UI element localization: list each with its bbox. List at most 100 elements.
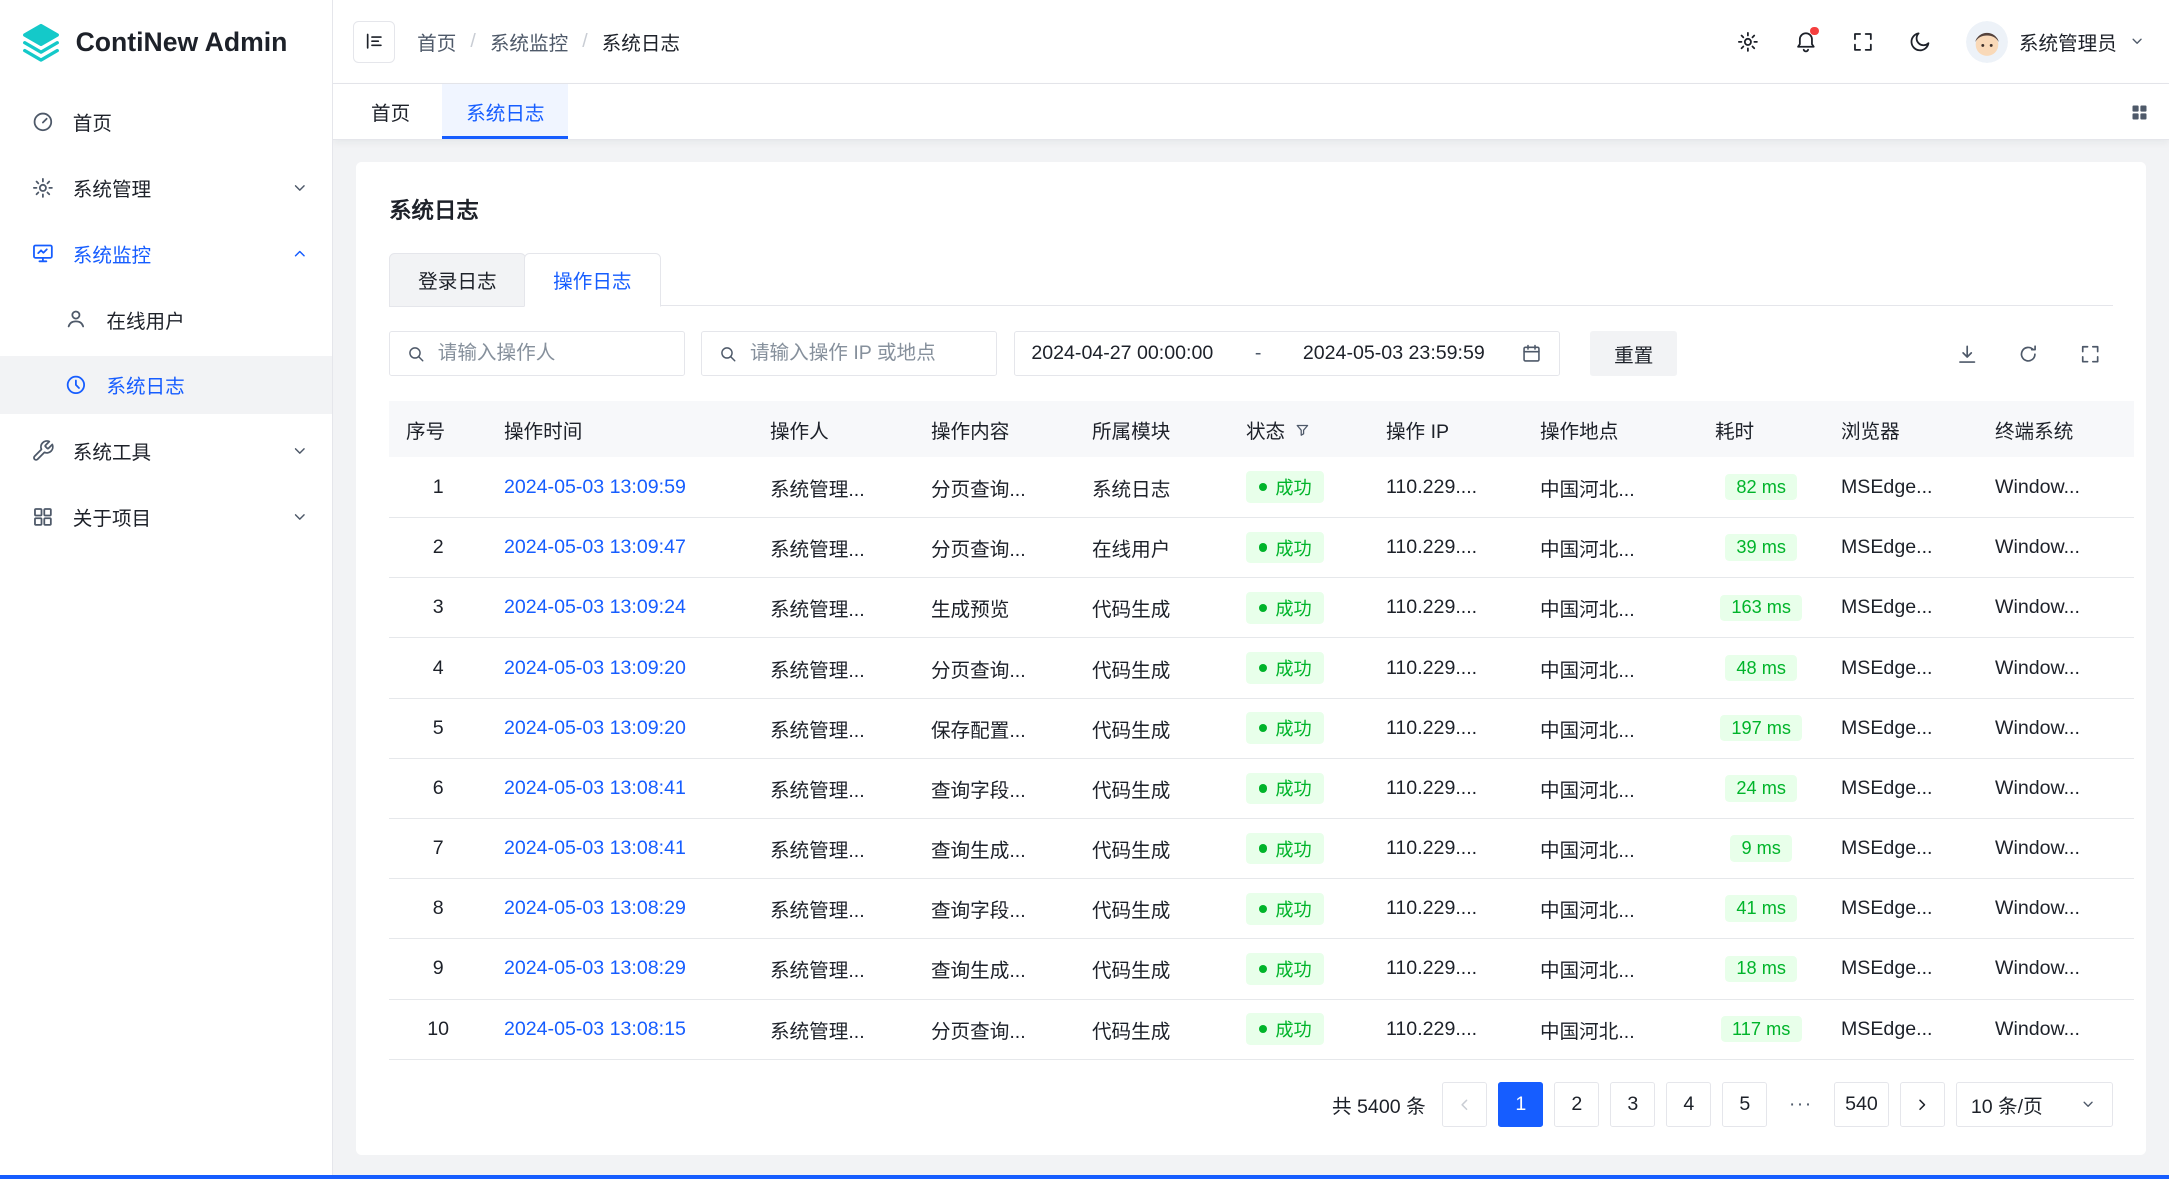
cell-time: 2024-05-03 13:08:29: [487, 879, 753, 939]
download-icon[interactable]: [1945, 331, 1990, 376]
fullscreen-icon[interactable]: [1840, 18, 1886, 64]
header-right: 系统管理员: [1725, 18, 2146, 64]
table-row: 22024-05-03 13:09:47系统管理...分页查询...在线用户成功…: [389, 518, 2133, 578]
sidebar-item-4[interactable]: 关于项目: [0, 487, 332, 546]
header: 首页/系统监控/系统日志: [333, 0, 2168, 84]
breadcrumb-item[interactable]: 系统监控: [490, 27, 568, 56]
time-link[interactable]: 2024-05-03 13:08:41: [504, 837, 686, 859]
tab-actions-icon[interactable]: [2129, 84, 2150, 140]
time-link[interactable]: 2024-05-03 13:09:59: [504, 476, 686, 498]
cell-duration: 18 ms: [1698, 939, 1824, 999]
pagination-next-button[interactable]: [1900, 1082, 1945, 1127]
pagination-page-4[interactable]: 4: [1666, 1082, 1711, 1127]
sidebar-collapse-button[interactable]: [353, 21, 395, 63]
cell-os: Window...: [1978, 698, 2133, 758]
time-link[interactable]: 2024-05-03 13:09:20: [504, 717, 686, 739]
sidebar-item-0[interactable]: 首页: [0, 92, 332, 151]
settings-icon[interactable]: [1725, 18, 1771, 64]
notification-button[interactable]: [1782, 18, 1828, 64]
pagination-page-2[interactable]: 2: [1554, 1082, 1599, 1127]
cell-ip: 110.229....: [1369, 999, 1523, 1059]
sidebar-item-3[interactable]: 系统工具: [0, 421, 332, 480]
app-logo[interactable]: ContiNew Admin: [0, 0, 332, 84]
cell-content: 保存配置...: [914, 698, 1075, 758]
refresh-icon[interactable]: [2006, 331, 2051, 376]
cell-content: 分页查询...: [914, 518, 1075, 578]
breadcrumb: 首页/系统监控/系统日志: [417, 27, 680, 56]
date-range-picker[interactable]: 2024-04-27 00:00:00 - 2024-05-03 23:59:5…: [1014, 331, 1560, 376]
cell-duration: 48 ms: [1698, 638, 1824, 698]
time-link[interactable]: 2024-05-03 13:09:20: [504, 657, 686, 679]
status-dot-icon: [1259, 664, 1267, 672]
user-menu[interactable]: 系统管理员: [1966, 21, 2147, 63]
tab-1[interactable]: 系统日志: [442, 84, 568, 139]
column-header: 浏览器: [1824, 401, 1978, 457]
cell-operator: 系统管理...: [753, 818, 914, 878]
sidebar-item-label: 系统管理: [73, 173, 272, 202]
time-link[interactable]: 2024-05-03 13:08:29: [504, 957, 686, 979]
time-link[interactable]: 2024-05-03 13:09:47: [504, 536, 686, 558]
sidebar-item-label: 系统监控: [73, 239, 272, 268]
reset-button[interactable]: 重置: [1590, 331, 1677, 376]
search-icon: [718, 344, 738, 364]
pagination-total: 共 5400 条: [1332, 1090, 1426, 1119]
operator-search-input[interactable]: [438, 342, 668, 365]
status-dot-icon: [1259, 784, 1267, 792]
breadcrumb-item[interactable]: 系统日志: [602, 27, 680, 56]
table-fullscreen-icon[interactable]: [2068, 331, 2113, 376]
cell-operator: 系统管理...: [753, 999, 914, 1059]
cell-browser: MSEdge...: [1824, 999, 1978, 1059]
sidebar-item-label: 首页: [73, 107, 310, 136]
content: 系统日志 登录日志操作日志 2024-04-27 00:00:00 - 20: [333, 140, 2168, 1179]
pagination-prev-button[interactable]: [1442, 1082, 1487, 1127]
cell-time: 2024-05-03 13:09:20: [487, 638, 753, 698]
cell-seq: 2: [389, 518, 487, 578]
chevron-left-icon: [1455, 1095, 1475, 1115]
sidebar-item-1[interactable]: 系统管理: [0, 158, 332, 217]
cell-module: 代码生成: [1075, 578, 1229, 638]
app-logo-icon: [20, 21, 62, 63]
sidebar-item-2[interactable]: 系统监控: [0, 224, 332, 283]
table-row: 92024-05-03 13:08:29系统管理...查询生成...代码生成成功…: [389, 939, 2133, 999]
time-link[interactable]: 2024-05-03 13:08:29: [504, 897, 686, 919]
sidebar-subitem-2-0[interactable]: 在线用户: [0, 290, 332, 349]
sidebar-subitem-2-1[interactable]: 系统日志: [0, 356, 332, 415]
cell-seq: 9: [389, 939, 487, 999]
log-tab-0[interactable]: 登录日志: [389, 253, 525, 306]
table-header-row: 序号操作时间操作人操作内容所属模块状态操作 IP操作地点耗时浏览器终端系统: [389, 401, 2133, 457]
pagination-page-1[interactable]: 1: [1498, 1082, 1543, 1127]
ip-search-field[interactable]: [701, 331, 996, 376]
cell-ip: 110.229....: [1369, 939, 1523, 999]
ip-search-input[interactable]: [750, 342, 980, 365]
time-link[interactable]: 2024-05-03 13:08:41: [504, 777, 686, 799]
cell-time: 2024-05-03 13:08:41: [487, 818, 753, 878]
cell-os: Window...: [1978, 999, 2133, 1059]
page-title: 系统日志: [389, 193, 2112, 225]
pagination-page-5[interactable]: 5: [1722, 1082, 1767, 1127]
cell-time: 2024-05-03 13:09:47: [487, 518, 753, 578]
tab-0[interactable]: 首页: [347, 84, 434, 139]
chevron-up-icon: [290, 244, 310, 264]
cell-os: Window...: [1978, 879, 2133, 939]
page-size-select[interactable]: 10 条/页: [1956, 1082, 2113, 1127]
cell-browser: MSEdge...: [1824, 457, 1978, 517]
cell-duration: 82 ms: [1698, 457, 1824, 517]
cell-module: 代码生成: [1075, 939, 1229, 999]
pagination-ellipsis[interactable]: ···: [1778, 1082, 1823, 1127]
breadcrumb-separator: /: [470, 30, 475, 53]
dark-mode-icon[interactable]: [1897, 18, 1943, 64]
time-link[interactable]: 2024-05-03 13:09:24: [504, 596, 686, 618]
tabbar: 首页系统日志: [333, 84, 2168, 140]
breadcrumb-item[interactable]: 首页: [417, 27, 456, 56]
operator-search-field[interactable]: [389, 331, 684, 376]
sidebar-menu: 首页系统管理系统监控在线用户系统日志系统工具关于项目: [0, 84, 332, 546]
filter-icon[interactable]: [1294, 422, 1311, 439]
log-tab-1[interactable]: 操作日志: [524, 253, 660, 306]
time-link[interactable]: 2024-05-03 13:08:15: [504, 1018, 686, 1040]
cell-duration: 197 ms: [1698, 698, 1824, 758]
cell-seq: 1: [389, 457, 487, 517]
pagination-page-3[interactable]: 3: [1610, 1082, 1655, 1127]
pagination-page-540[interactable]: 540: [1834, 1082, 1888, 1127]
cell-operator: 系统管理...: [753, 638, 914, 698]
cell-operator: 系统管理...: [753, 698, 914, 758]
